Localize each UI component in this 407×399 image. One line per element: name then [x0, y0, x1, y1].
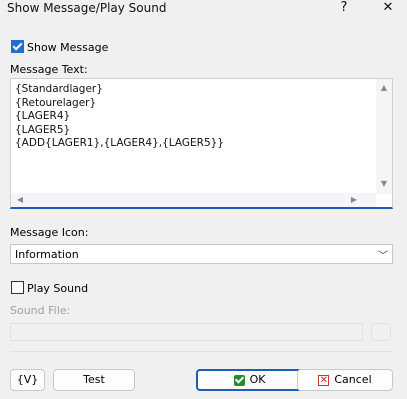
message-text-label: Message Text: [10, 63, 88, 76]
play-sound-label: Play Sound [27, 282, 89, 295]
message-icon-selected: Information [15, 248, 79, 261]
show-message-label: Show Message [27, 41, 109, 54]
horizontal-scrollbar[interactable]: ◀ ▶ [11, 193, 376, 207]
scroll-right-icon[interactable]: ▶ [347, 195, 361, 204]
variables-button[interactable]: {V} [10, 369, 45, 391]
sound-file-input[interactable] [10, 323, 363, 341]
scroll-up-icon[interactable]: ▲ [377, 83, 391, 92]
ok-label: OK [249, 373, 266, 386]
message-text-label-text: Message Text: [10, 63, 88, 76]
test-button[interactable]: Test [53, 369, 135, 391]
chevron-down-icon[interactable]: ﹀ [378, 247, 388, 262]
message-text-area[interactable]: {Standardlager} {Retourelager} {LAGER4} … [10, 78, 393, 209]
checkmark-icon [233, 374, 245, 386]
cancel-label: Cancel [334, 373, 372, 386]
message-icon-label: Message Icon: [10, 226, 89, 239]
scroll-down-icon[interactable]: ▼ [377, 179, 391, 188]
cancel-button[interactable]: ✕ Cancel [297, 369, 393, 391]
checkbox-checked-icon [11, 40, 24, 53]
message-text-content[interactable]: {Standardlager} {Retourelager} {LAGER4} … [15, 83, 370, 151]
scroll-left-icon[interactable]: ◀ [13, 195, 27, 204]
browse-sound-button[interactable] [371, 323, 391, 341]
vertical-scrollbar[interactable]: ▲ ▼ [376, 79, 392, 194]
sound-file-label: Sound File: [10, 304, 71, 317]
play-sound-checkbox[interactable] [11, 281, 24, 294]
checkbox-unchecked-icon [11, 281, 24, 294]
close-button[interactable]: ✕ [371, 0, 405, 18]
message-icon-select[interactable]: Information ﹀ [10, 244, 393, 264]
show-message-checkbox[interactable] [11, 40, 24, 53]
title-bar: Show Message/Play Sound ? ✕ [0, 0, 407, 30]
cancel-x-icon: ✕ [318, 374, 330, 386]
window-title: Show Message/Play Sound [7, 1, 167, 15]
separator [10, 351, 393, 352]
help-button[interactable]: ? [327, 0, 361, 18]
ok-button[interactable]: OK [196, 369, 303, 391]
